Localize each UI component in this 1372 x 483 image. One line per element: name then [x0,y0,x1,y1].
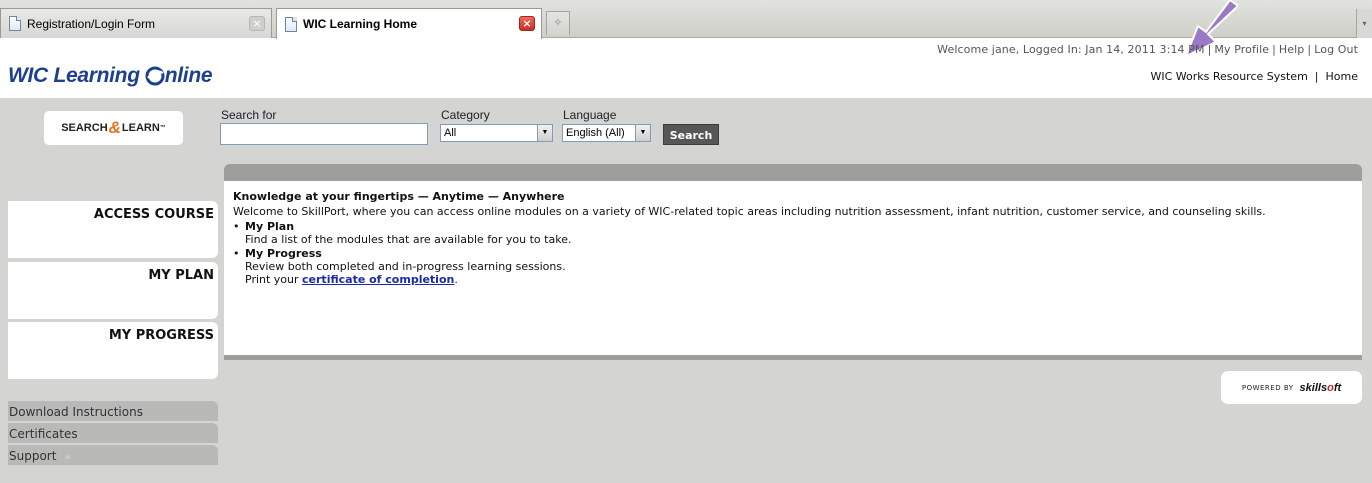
list-item: • My Plan Find a list of the modules that… [233,220,1353,246]
nav-my-plan[interactable]: MY PLAN [8,262,218,319]
brand-o: o [1327,381,1334,394]
wic-works-resource-link[interactable]: WIC Works Resource System [1150,70,1307,83]
language-label: Language [563,108,617,122]
document-icon [9,16,21,31]
ampersand-icon: & [108,118,121,137]
skillsoft-logo: skillsoft [1300,382,1342,394]
item-desc: Review both completed and in-progress le… [245,260,566,273]
category-select[interactable]: All ▼ [440,124,553,142]
tab-list-dropdown-icon[interactable]: ▾ [1356,9,1372,38]
item-title: My Progress [245,247,322,260]
panel-header-bar [224,164,1362,181]
panel-intro: Welcome to SkillPort, where you can acce… [233,205,1266,218]
trademark-mark: ™ [159,125,166,131]
logo-text: WIC Learning [8,64,140,87]
nav-my-progress[interactable]: MY PROGRESS [8,322,218,379]
download-instructions-label: Download Instructions [9,405,143,419]
new-tab-icon[interactable]: ✧ [546,11,570,35]
chevron-down-icon: ▼ [537,125,552,141]
download-instructions-link[interactable]: Download Instructions [8,401,218,421]
logo-learn-text: LEARN [121,122,160,134]
nav-access-course[interactable]: ACCESS COURSE [8,201,218,258]
search-and-learn-logo: SEARCH & LEARN ™ [44,111,183,145]
panel-footer-bar [224,355,1362,360]
certificates-link[interactable]: Certificates [8,423,218,443]
category-label: Category [441,108,490,122]
feature-list: • My Plan Find a list of the modules that… [233,220,1353,286]
bullet-icon: • [233,247,240,260]
resource-nav: WIC Works Resource System | Home [1150,70,1358,83]
home-link[interactable]: Home [1326,70,1358,83]
log-out-link[interactable]: Log Out [1314,43,1358,56]
chevron-right-icon: » [64,452,71,463]
powered-by-skillsoft-badge: POWERED BY skillsoft [1221,371,1362,404]
brand-right: ft [1333,381,1342,394]
support-label: Support [9,449,57,463]
browser-tab-bar: Registration/Login Form × WIC Learning H… [0,0,1372,39]
tab-label: Registration/Login Form [27,16,156,31]
search-button[interactable]: Search [663,124,719,145]
certificate-of-completion-link[interactable]: certificate of completion [302,273,454,286]
panel-heading: Knowledge at your fingertips — Anytime —… [233,190,565,203]
logo-swirl-icon [145,66,165,86]
logo-text-suffix: nline [164,64,213,87]
list-item: • My Progress Review both completed and i… [233,247,1353,286]
print-suffix: . [454,273,458,286]
welcome-bar: Welcome jane, Logged In: Jan 14, 2011 3:… [937,43,1358,56]
tab-close-icon[interactable]: × [249,16,265,31]
category-value: All [444,127,457,139]
item-desc: Find a list of the modules that are avai… [245,233,572,246]
chevron-down-icon: ▼ [635,125,650,141]
help-link[interactable]: Help [1279,43,1304,56]
certificates-label: Certificates [9,427,78,441]
wic-learning-online-logo[interactable]: WIC Learning nline [8,64,213,88]
my-profile-link[interactable]: My Profile [1214,43,1269,56]
tab-registration-login[interactable]: Registration/Login Form × [0,8,272,38]
brand-left: skills [1299,381,1328,394]
search-input[interactable] [220,123,428,145]
powered-by-label: POWERED BY [1241,383,1294,392]
print-certificate-line: Print your certificate of completion. [233,273,1353,286]
document-icon [285,16,297,32]
welcome-text: Welcome jane, Logged In: Jan 14, 2011 3:… [937,43,1205,56]
support-link[interactable]: Support » [8,445,218,465]
language-value: English (All) [566,127,625,139]
welcome-panel: Knowledge at your fingertips — Anytime —… [224,181,1362,355]
tab-label: WIC Learning Home [303,17,418,31]
print-prefix: Print your [245,273,303,286]
search-for-label: Search for [221,108,277,122]
logo-search-text: SEARCH [61,122,108,134]
tab-close-icon[interactable]: × [519,16,535,31]
language-select[interactable]: English (All) ▼ [562,124,651,142]
item-title: My Plan [245,220,295,233]
tab-wic-learning-home[interactable]: WIC Learning Home × [276,8,542,39]
bullet-icon: • [233,220,240,233]
